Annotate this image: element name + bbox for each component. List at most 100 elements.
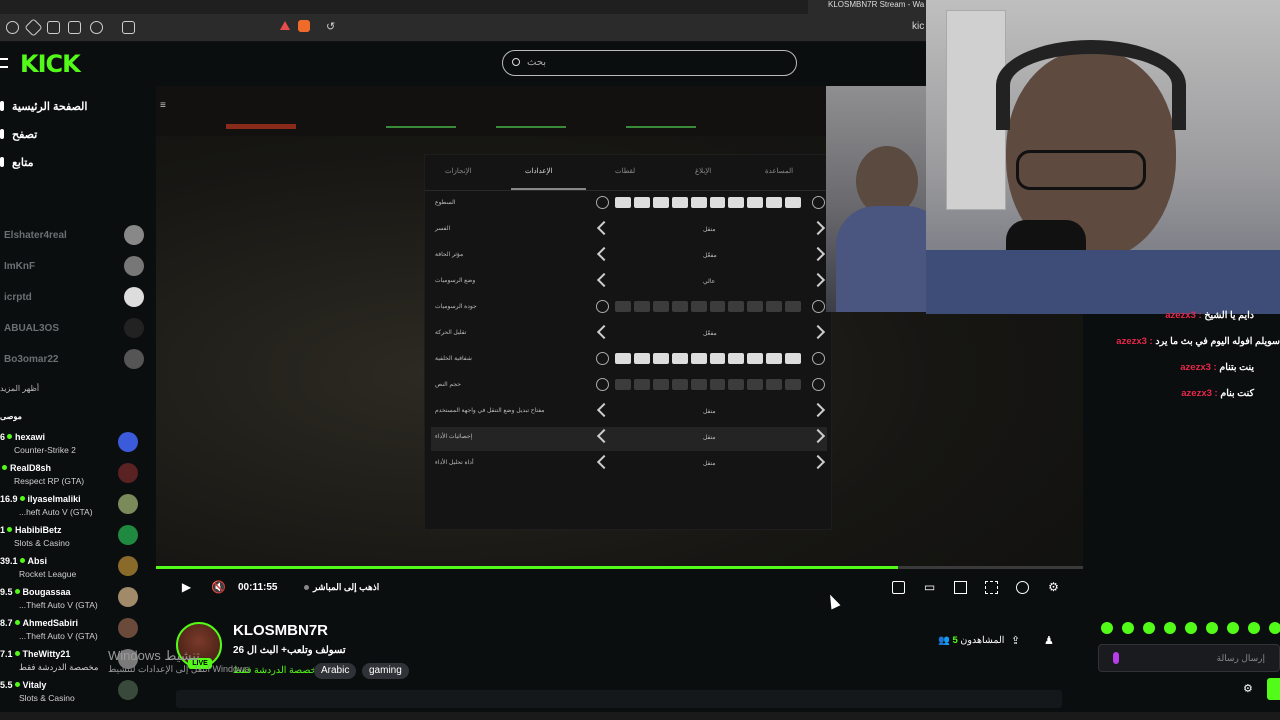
kick-logo[interactable]: KICK: [20, 50, 81, 78]
recommended-channel[interactable]: 16.9 ilyaselmaliki ...heft Auto V (GTA): [0, 492, 150, 522]
channel-avatar: [118, 463, 138, 483]
chevron-left-icon: [596, 402, 612, 418]
channel-name: hexawi: [15, 432, 46, 442]
recommended-channel[interactable]: 8.7 AhmedSabiri ...Theft Auto V (GTA): [0, 616, 150, 646]
fullscreen-icon[interactable]: [985, 581, 998, 594]
slider-segment: [747, 353, 764, 364]
slider-segment: [766, 379, 783, 390]
tabs-icon[interactable]: [47, 21, 60, 34]
tag-gaming[interactable]: gaming: [362, 663, 409, 679]
live-dot: [14, 620, 20, 625]
sidebar: الصفحة الرئيسية تصفح متابع Elshater4real Im…: [0, 86, 156, 720]
slider-segment: [766, 197, 783, 208]
emote-icon[interactable]: [1227, 622, 1239, 634]
chevron-left-icon: [596, 246, 612, 262]
emote-icon[interactable]: [1248, 622, 1260, 634]
tag-arabic[interactable]: Arabic: [314, 663, 357, 679]
emote-icon[interactable]: [1143, 622, 1155, 634]
live-dot: [14, 682, 20, 687]
channel-avatar: [118, 618, 138, 638]
game-tab: الإعدادات: [525, 168, 553, 175]
show-more-link[interactable]: أظهر المزيد: [0, 384, 39, 393]
theater-mode-icon[interactable]: [954, 581, 967, 594]
mute-icon[interactable]: 🔇: [211, 581, 226, 594]
setting-label: وضع الرسوميات: [435, 278, 476, 284]
setting-label: مؤثر الحافة: [435, 252, 464, 258]
browser-tab-active[interactable]: KLOSMBN7R Stream - Wa: [808, 0, 926, 14]
recommended-channel[interactable]: 1 HabibiBetz Slots & Casino: [0, 523, 150, 553]
music-icon[interactable]: [90, 21, 103, 34]
emote-icon[interactable]: [1122, 622, 1134, 634]
emote-icon[interactable]: [1101, 622, 1113, 634]
followed-channel-name: ABUAL3OS: [4, 323, 60, 334]
emote-icon[interactable]: [1206, 622, 1218, 634]
chat-username[interactable]: azezx3: [1165, 310, 1196, 321]
mic-icon[interactable]: [1113, 652, 1119, 664]
settings-gear-icon[interactable]: ⚙: [1047, 581, 1060, 594]
emote-icon[interactable]: [1269, 622, 1280, 634]
recommended-channel-header: 39.1 Absi: [0, 556, 47, 566]
menu-icon[interactable]: [0, 58, 8, 68]
channel-avatar: [124, 318, 144, 338]
streamer-name[interactable]: KLOSMBN7R: [233, 622, 328, 639]
health-bar: [226, 124, 296, 129]
url-text[interactable]: kic: [912, 21, 924, 32]
live-dot: [7, 434, 13, 439]
channel-avatar: [124, 225, 144, 245]
channel-category: ...heft Auto V (GTA): [19, 507, 93, 517]
chat-username[interactable]: azezx3: [1180, 362, 1211, 373]
slider-segment: [690, 379, 707, 390]
recommended-channel[interactable]: 5.5 Vitaly Slots & Casino: [0, 678, 150, 708]
sidebar-nav-item[interactable]: تصفح: [12, 128, 37, 141]
viewer-count: 7.1: [0, 649, 13, 659]
go-live-button[interactable]: اذهب إلى المباشر: [304, 582, 379, 593]
chat-message-text: دايم يا الشيخ: [1204, 310, 1254, 321]
chat-username[interactable]: azezx3: [1181, 388, 1212, 399]
pip-icon[interactable]: [892, 581, 905, 594]
shield-icon[interactable]: [6, 21, 19, 34]
recommended-channel[interactable]: 6 hexawi Counter-Strike 2: [0, 430, 150, 460]
game-setting-row: جودة الرسوميات: [431, 297, 827, 321]
recommended-channel[interactable]: 9.5 Bougassaa ...Theft Auto V (GTA): [0, 585, 150, 615]
webcam-overlay: [926, 0, 1280, 314]
follow-user-icon[interactable]: ♟: [1044, 634, 1054, 647]
share-icon[interactable]: ⇪: [1011, 634, 1020, 647]
pin-icon[interactable]: [24, 18, 43, 37]
slider-segment: [728, 379, 745, 390]
emote-icon[interactable]: [1164, 622, 1176, 634]
send-button[interactable]: [1267, 678, 1280, 700]
slider-segment: [652, 197, 669, 208]
clip-icon[interactable]: ▭: [923, 581, 936, 594]
chevron-right-icon: [810, 402, 826, 418]
chat-input[interactable]: إرسال رسالة: [1098, 644, 1280, 672]
chat-message-text: سويلم افوله اليوم في بث ما يرد: [1155, 336, 1280, 347]
slider-segment: [615, 197, 631, 208]
chat-message: دايم يا الشيخ : azezx3: [1165, 310, 1254, 321]
speed-icon[interactable]: [1016, 581, 1029, 594]
reload-icon[interactable]: ↺: [326, 20, 335, 33]
brave-shield-icon[interactable]: [298, 20, 310, 32]
channel-name: AhmedSabiri: [22, 618, 79, 628]
recommended-channel[interactable]: 39.1 Absi Rocket League: [0, 554, 150, 584]
screenshot-icon[interactable]: [122, 21, 135, 34]
followed-channel[interactable]: icrptd: [4, 286, 150, 310]
chat-username[interactable]: azezx3: [1116, 336, 1147, 347]
followed-channel[interactable]: Elshater4real: [4, 224, 150, 248]
followed-channel[interactable]: ImKnF: [4, 255, 150, 279]
search-input[interactable]: بحث: [502, 50, 797, 76]
play-icon[interactable]: ▶: [180, 581, 193, 594]
chat-settings-icon[interactable]: ⚙: [1243, 682, 1253, 695]
channel-name: Vitaly: [22, 680, 47, 690]
address-bar[interactable]: ↺: [270, 18, 926, 38]
followed-channel[interactable]: ABUAL3OS: [4, 317, 150, 341]
emote-icon[interactable]: [1185, 622, 1197, 634]
recommended-channel[interactable]: RealD8sh Respect RP (GTA): [0, 461, 150, 491]
channel-name: Absi: [27, 556, 48, 566]
sidebar-nav-item[interactable]: الصفحة الرئيسية: [12, 100, 87, 113]
plus-circle-icon: [812, 196, 825, 209]
player-controls: ▶ 🔇 00:11:55 اذهب إلى المباشر ▭ ⚙: [156, 569, 1083, 606]
sidebar-icon[interactable]: [68, 21, 81, 34]
slider-segment: [728, 197, 745, 208]
sidebar-nav-item[interactable]: متابع: [12, 156, 33, 169]
followed-channel[interactable]: Bo3omar22: [4, 348, 150, 372]
